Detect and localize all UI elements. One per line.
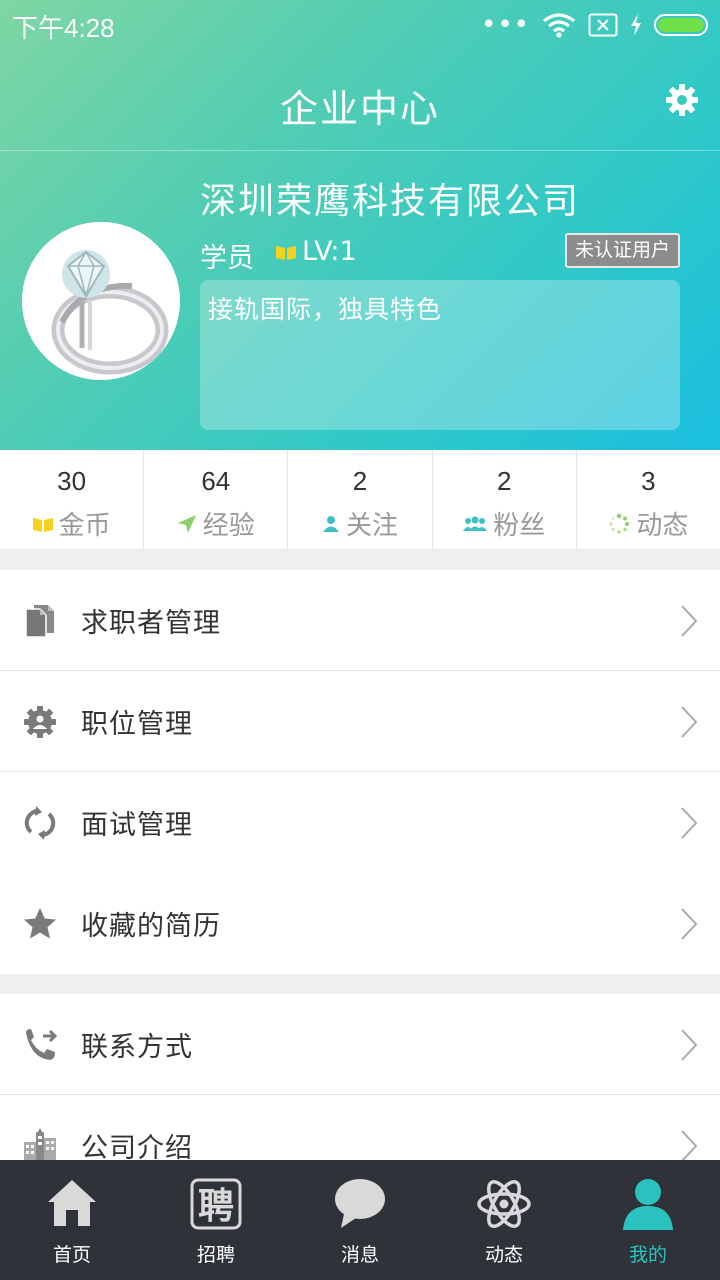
menu-item-interview-management[interactable]: 面试管理 [0, 772, 720, 873]
building-icon [24, 1127, 56, 1160]
stat-fans[interactable]: 2 粉丝 [433, 450, 577, 549]
person-icon [323, 515, 339, 532]
stat-value: 2 [496, 466, 512, 496]
chevron-right-icon [681, 604, 698, 637]
user-icon [623, 1179, 673, 1230]
status-bar: 下午4:28 ••• [0, 0, 720, 50]
stat-value: 3 [641, 466, 656, 496]
stat-label: 粉丝 [493, 511, 546, 541]
chevron-right-icon [681, 907, 698, 940]
menu-label: 联系方式 [81, 1032, 193, 1063]
bottom-tab-bar: 首页 聘 招聘 消息 动态 我的 [0, 1160, 720, 1280]
level-book-icon [276, 245, 296, 260]
stat-value: 30 [57, 466, 87, 496]
stats-row: 30 金币 64 经验 2 关注 2 粉丝 3 动态 [0, 450, 720, 550]
stat-experience[interactable]: 64 经验 [144, 450, 289, 549]
menu-label: 职位管理 [81, 709, 193, 740]
stat-label: 关注 [346, 511, 399, 541]
menu-label: 面试管理 [81, 810, 193, 841]
chevron-right-icon [681, 1129, 698, 1160]
stat-coins[interactable]: 30 金币 [0, 450, 145, 549]
tab-activity[interactable]: 动态 [432, 1160, 576, 1280]
tab-label: 首页 [52, 1244, 91, 1266]
stat-label: 金币 [58, 511, 111, 541]
tab-home[interactable]: 首页 [0, 1160, 144, 1280]
tab-messages[interactable]: 消息 [288, 1160, 432, 1280]
stat-activity[interactable]: 3 动态 [577, 450, 720, 549]
chevron-right-icon [681, 705, 698, 738]
navigation-arrow-icon [177, 514, 196, 533]
tab-mine[interactable]: 我的 [576, 1160, 720, 1280]
star-icon [24, 907, 56, 938]
chevron-right-icon [681, 806, 698, 839]
menu-item-company-intro[interactable]: 公司介绍 [0, 1095, 720, 1160]
charging-icon [631, 14, 641, 36]
tab-recruit[interactable]: 聘 招聘 [144, 1160, 288, 1280]
level-text: LV:1 [302, 236, 357, 267]
menu-label: 收藏的简历 [81, 911, 221, 942]
stat-label: 动态 [636, 511, 689, 541]
no-sim-icon [588, 13, 618, 37]
stat-value: 64 [201, 466, 231, 496]
documents-icon [25, 604, 54, 638]
verification-badge[interactable]: 未认证用户 [564, 233, 680, 268]
wifi-icon [543, 13, 575, 38]
badge-gear-icon [24, 705, 56, 738]
tab-label: 消息 [340, 1244, 379, 1266]
menu-item-position-management[interactable]: 职位管理 [0, 671, 720, 772]
atom-icon [477, 1180, 531, 1228]
page-title: 企业中心 [279, 87, 440, 131]
role-label: 学员 [200, 243, 254, 274]
menu-group-management: 求职者管理 职位管理 面试管理 收藏的简历 [0, 570, 720, 974]
stat-following[interactable]: 2 关注 [288, 450, 433, 549]
settings-gear-icon[interactable] [664, 82, 700, 118]
phone-forward-icon [26, 1028, 58, 1060]
menu-label: 求职者管理 [81, 608, 221, 639]
home-icon [48, 1180, 96, 1226]
menu-group-company: 联系方式 公司介绍 [0, 994, 720, 1160]
menu-label: 公司介绍 [81, 1133, 193, 1160]
stat-value: 2 [352, 466, 368, 496]
company-motto[interactable]: 接轨国际，独具特色 [200, 280, 680, 430]
status-icons: ••• [481, 10, 708, 40]
level-indicator: LV:1 [276, 236, 357, 267]
ring-logo-image [22, 222, 180, 380]
coin-book-icon [32, 517, 53, 532]
tab-label: 我的 [628, 1244, 667, 1266]
chevron-right-icon [681, 1028, 698, 1061]
battery-icon [654, 14, 708, 36]
stat-label: 经验 [202, 511, 255, 541]
tab-label: 动态 [484, 1244, 523, 1266]
menu-item-saved-resumes[interactable]: 收藏的简历 [0, 873, 720, 974]
loading-dots-icon [609, 513, 630, 534]
recruit-icon: 聘 [190, 1178, 242, 1230]
refresh-icon [24, 805, 56, 840]
status-time: 下午4:28 [12, 13, 115, 43]
menu-item-contact[interactable]: 联系方式 [0, 994, 720, 1095]
header-divider [0, 150, 720, 151]
title-bar: 企业中心 [0, 60, 720, 144]
company-name: 深圳荣鹰科技有限公司 [200, 181, 581, 222]
profile-header: 下午4:28 ••• 企业中心 深圳荣鹰科技有限公司 学员 LV:1 未认证用户… [0, 0, 720, 450]
company-avatar[interactable] [22, 222, 180, 380]
menu-item-applicant-management[interactable]: 求职者管理 [0, 570, 720, 671]
signal-dots-icon: ••• [480, 10, 530, 40]
group-icon [463, 516, 488, 531]
tab-label: 招聘 [196, 1244, 235, 1266]
chat-bubble-icon [335, 1179, 385, 1228]
recruit-icon-glyph: 聘 [198, 1186, 234, 1227]
